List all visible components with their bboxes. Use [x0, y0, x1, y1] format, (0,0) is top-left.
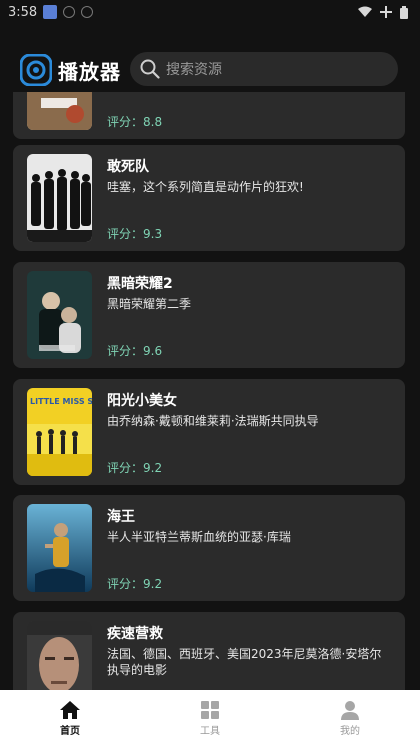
- movie-score: 评分：9.3: [107, 227, 163, 241]
- movie-card[interactable]: 黑暗荣耀2 黑暗荣耀第二季 评分：9.6: [13, 262, 405, 368]
- movie-card[interactable]: 评分：8.8: [13, 92, 405, 139]
- notification-icon-2: [81, 6, 94, 18]
- movie-title: 海王: [107, 509, 135, 525]
- nav-profile[interactable]: 我的: [280, 690, 420, 747]
- app-notification-icon: [43, 5, 58, 19]
- movie-score: 评分：8.8: [107, 115, 163, 129]
- movie-description: 半人半亚特兰蒂斯血统的亚瑟·库瑞: [107, 530, 291, 544]
- movie-title: 阳光小美女: [107, 393, 177, 409]
- movie-card[interactable]: 疾速营救 法国、德国、西班牙、美国2023年尼莫洛德·安塔尔执导的电影: [13, 612, 405, 690]
- movie-poster[interactable]: [27, 504, 92, 592]
- signal-icon: [380, 6, 392, 18]
- movie-title: 敢死队: [107, 159, 149, 175]
- nav-profile-label: 我的: [340, 726, 360, 737]
- bottom-nav: 首页 工具 我的: [0, 690, 420, 747]
- movie-poster[interactable]: [27, 92, 92, 130]
- movie-poster[interactable]: [27, 154, 92, 242]
- movie-score: 评分：9.6: [107, 344, 163, 358]
- movie-title: 疾速营救: [107, 626, 163, 642]
- movie-card[interactable]: 敢死队 哇塞，这个系列简直是动作片的狂欢! 评分：9.3: [13, 145, 405, 251]
- movie-poster[interactable]: LITTLE MISS SU: [27, 388, 92, 476]
- nav-tools-label: 工具: [200, 726, 220, 737]
- user-icon: [341, 701, 359, 720]
- nav-tools[interactable]: 工具: [140, 690, 280, 747]
- app-header: 播放器 搜索资源: [0, 48, 420, 92]
- app-title: 播放器: [58, 59, 121, 84]
- nav-home[interactable]: 首页: [0, 690, 140, 747]
- search-icon: [140, 59, 160, 79]
- movie-score: 评分：9.2: [107, 461, 163, 475]
- tools-icon: [201, 701, 219, 719]
- movie-poster[interactable]: [27, 621, 92, 690]
- search-placeholder: 搜索资源: [166, 62, 222, 78]
- movie-description: 哇塞，这个系列简直是动作片的狂欢!: [107, 180, 304, 194]
- search-input[interactable]: 搜索资源: [130, 52, 398, 86]
- movie-description: 法国、德国、西班牙、美国2023年尼莫洛德·安塔尔执导的电影: [107, 647, 382, 677]
- notification-icon: [63, 6, 76, 18]
- home-icon: [60, 701, 80, 719]
- status-bar: 3:58: [0, 0, 420, 24]
- movie-poster[interactable]: [27, 271, 92, 359]
- movie-card[interactable]: LITTLE MISS SU 阳光小美女 由乔纳森·戴顿和维莱莉·法瑞斯共同执导…: [13, 379, 405, 485]
- movie-title: 黑暗荣耀2: [107, 276, 173, 292]
- movie-list[interactable]: 评分：8.8 敢死队 哇塞，这个系列简直是动作片的狂欢! 评分：9.3 黑暗荣耀…: [0, 92, 420, 690]
- app-logo-icon: [20, 54, 52, 86]
- wifi-icon: [358, 6, 372, 17]
- movie-description: 由乔纳森·戴顿和维莱莉·法瑞斯共同执导: [107, 414, 319, 428]
- poster-text: LITTLE MISS SU: [30, 397, 92, 406]
- movie-score: 评分：9.2: [107, 577, 163, 591]
- movie-description: 黑暗荣耀第二季: [107, 297, 192, 311]
- nav-home-label: 首页: [60, 726, 80, 737]
- movie-card[interactable]: 海王 半人半亚特兰蒂斯血统的亚瑟·库瑞 评分：9.2: [13, 495, 405, 601]
- battery-icon: [400, 5, 408, 19]
- status-time: 3:58: [8, 4, 38, 20]
